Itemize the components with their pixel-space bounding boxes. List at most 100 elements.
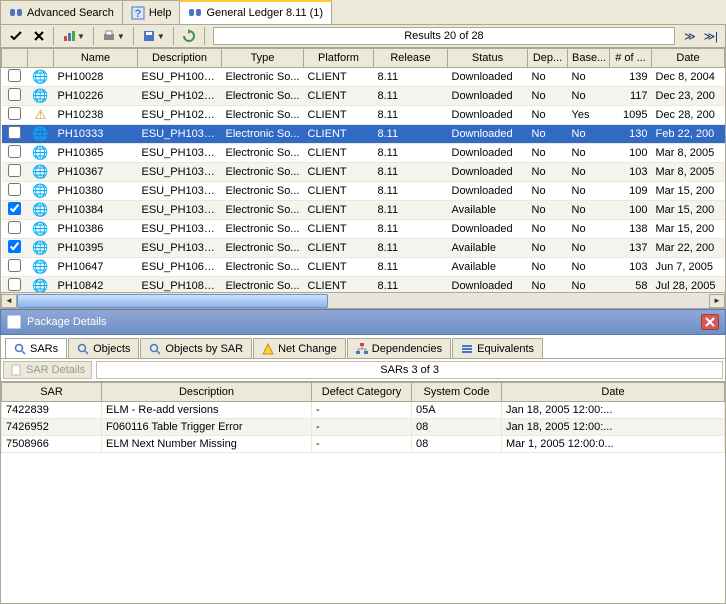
tab-general-ledger[interactable]: General Ledger 8.11 (1) xyxy=(179,0,332,24)
column-header[interactable]: SAR xyxy=(2,382,102,401)
column-header[interactable]: Dep... xyxy=(528,49,568,68)
table-row[interactable]: 🌐PH10028ESU_PH1002...Electronic So...CLI… xyxy=(2,68,725,87)
table-row[interactable]: 7426952 F060116 Table Trigger Error - 08… xyxy=(2,418,725,435)
table-row[interactable]: 🌐PH10395ESU_PH1039...Electronic So...CLI… xyxy=(2,239,725,258)
scroll-left-button[interactable]: ◄ xyxy=(1,294,17,308)
column-header[interactable]: Description xyxy=(138,49,222,68)
close-button[interactable] xyxy=(701,314,719,330)
column-header[interactable] xyxy=(2,49,28,68)
globe-icon: 🌐 xyxy=(32,221,48,236)
column-header[interactable]: Platform xyxy=(304,49,374,68)
table-row[interactable]: 🌐PH10367ESU_PH1036...Electronic So...CLI… xyxy=(2,163,725,182)
table-row[interactable]: 🌐PH10333ESU_PH1033...Electronic So...CLI… xyxy=(2,125,725,144)
row-checkbox[interactable] xyxy=(8,126,21,139)
tab-advanced-search[interactable]: Advanced Search xyxy=(0,0,123,24)
table-row[interactable]: 7508966 ELM Next Number Missing - 08 Mar… xyxy=(2,435,725,452)
cancel-button[interactable] xyxy=(29,28,49,44)
search-icon xyxy=(77,342,89,354)
last-page-button[interactable]: ≫| xyxy=(701,30,721,43)
column-header[interactable]: Date xyxy=(652,49,725,68)
table-row[interactable]: 🌐PH10647ESU_PH1064...Electronic So...CLI… xyxy=(2,258,725,277)
column-header[interactable]: Date xyxy=(502,382,725,401)
column-header[interactable]: Type xyxy=(222,49,304,68)
check-button[interactable] xyxy=(5,27,27,45)
cell-type: Electronic So... xyxy=(222,220,304,239)
cell-name: PH10380 xyxy=(54,182,138,201)
row-checkbox[interactable] xyxy=(8,202,21,215)
row-checkbox[interactable] xyxy=(8,278,21,291)
cell-status: Downloaded xyxy=(448,125,528,144)
tab-help[interactable]: ? Help xyxy=(122,0,181,24)
row-checkbox[interactable] xyxy=(8,240,21,253)
cell-base: No xyxy=(568,220,610,239)
cell-type: Electronic So... xyxy=(222,106,304,125)
row-checkbox[interactable] xyxy=(8,107,21,120)
globe-icon: 🌐 xyxy=(32,240,48,255)
cell-platform: CLIENT xyxy=(304,182,374,201)
toolbar: ▼ ▼ ▼ Results 20 of 28 ≫ ≫| xyxy=(0,24,726,48)
cell-num: 1095 xyxy=(610,106,652,125)
scroll-thumb[interactable] xyxy=(17,294,328,308)
table-row[interactable]: 🌐PH10365ESU_PH1036...Electronic So...CLI… xyxy=(2,144,725,163)
next-page-button[interactable]: ≫ xyxy=(681,30,699,43)
chart-button[interactable]: ▼ xyxy=(58,27,89,45)
dtab-net-change[interactable]: Net Change xyxy=(253,338,346,357)
column-header[interactable]: Defect Category xyxy=(312,382,412,401)
cell-description: ESU_PH1064... xyxy=(138,258,222,277)
refresh-button[interactable] xyxy=(178,27,200,45)
scroll-right-button[interactable]: ► xyxy=(709,294,725,308)
column-header[interactable]: # of ... xyxy=(610,49,652,68)
row-checkbox[interactable] xyxy=(8,164,21,177)
column-header[interactable]: Description xyxy=(102,382,312,401)
row-checkbox[interactable] xyxy=(8,69,21,82)
cell-date: Feb 22, 200 xyxy=(652,125,725,144)
table-row[interactable]: 🌐PH10386ESU_PH1038...Electronic So...CLI… xyxy=(2,220,725,239)
cell-date: Mar 8, 2005 xyxy=(652,163,725,182)
table-row[interactable]: 🌐PH10226ESU_PH1022...Electronic So...CLI… xyxy=(2,87,725,106)
sar-count-label: SARs 3 of 3 xyxy=(96,361,723,379)
globe-icon: 🌐 xyxy=(32,278,48,293)
dtab-objects-by-sar[interactable]: Objects by SAR xyxy=(140,338,252,357)
row-checkbox[interactable] xyxy=(8,88,21,101)
cell-date: Jun 7, 2005 xyxy=(652,258,725,277)
grid-horizontal-scrollbar[interactable]: ◄ ► xyxy=(0,293,726,309)
save-button[interactable]: ▼ xyxy=(138,27,169,45)
column-header[interactable]: Base... xyxy=(568,49,610,68)
cell-name: PH10384 xyxy=(54,201,138,220)
cell-dep: No xyxy=(528,239,568,258)
column-header[interactable] xyxy=(28,49,54,68)
table-row[interactable]: 🌐PH10384ESU_PH1038...Electronic So...CLI… xyxy=(2,201,725,220)
globe-icon: 🌐 xyxy=(32,202,48,217)
cell-base: Yes xyxy=(568,106,610,125)
dtab-sars[interactable]: SARs xyxy=(5,338,67,357)
sar-area: SAR Details SARs 3 of 3 SARDescriptionDe… xyxy=(0,359,726,604)
cell-type: Electronic So... xyxy=(222,277,304,294)
sar-details-button[interactable]: SAR Details xyxy=(3,361,92,379)
column-header[interactable]: Release xyxy=(374,49,448,68)
dtab-dependencies[interactable]: Dependencies xyxy=(347,338,451,357)
row-checkbox[interactable] xyxy=(8,259,21,272)
scroll-track[interactable] xyxy=(17,294,709,308)
cell-release: 8.11 xyxy=(374,68,448,87)
panel-icon xyxy=(7,315,21,329)
dtab-objects[interactable]: Objects xyxy=(68,338,139,357)
table-row[interactable]: ⚠PH10238ESU_PH1023...Electronic So...CLI… xyxy=(2,106,725,125)
column-header[interactable]: Name xyxy=(54,49,138,68)
table-row[interactable]: 7422839 ELM - Re-add versions - 05A Jan … xyxy=(2,401,725,418)
row-checkbox[interactable] xyxy=(8,221,21,234)
column-header[interactable]: System Code xyxy=(412,382,502,401)
table-row[interactable]: 🌐PH10842ESU_PH1084...Electronic So...CLI… xyxy=(2,277,725,294)
cell-base: No xyxy=(568,277,610,294)
cell-base: No xyxy=(568,163,610,182)
cell-status: Available xyxy=(448,201,528,220)
row-checkbox[interactable] xyxy=(8,145,21,158)
row-checkbox[interactable] xyxy=(8,183,21,196)
table-row[interactable]: 🌐PH10380ESU_PH1038...Electronic So...CLI… xyxy=(2,182,725,201)
cell-date: Jan 18, 2005 12:00:... xyxy=(502,418,725,435)
column-header[interactable]: Status xyxy=(448,49,528,68)
print-button[interactable]: ▼ xyxy=(98,27,129,45)
cell-dep: No xyxy=(528,201,568,220)
cell-description: ELM - Re-add versions xyxy=(102,401,312,418)
cell-sar: 7508966 xyxy=(2,435,102,452)
dtab-equivalents[interactable]: Equivalents xyxy=(452,338,543,357)
